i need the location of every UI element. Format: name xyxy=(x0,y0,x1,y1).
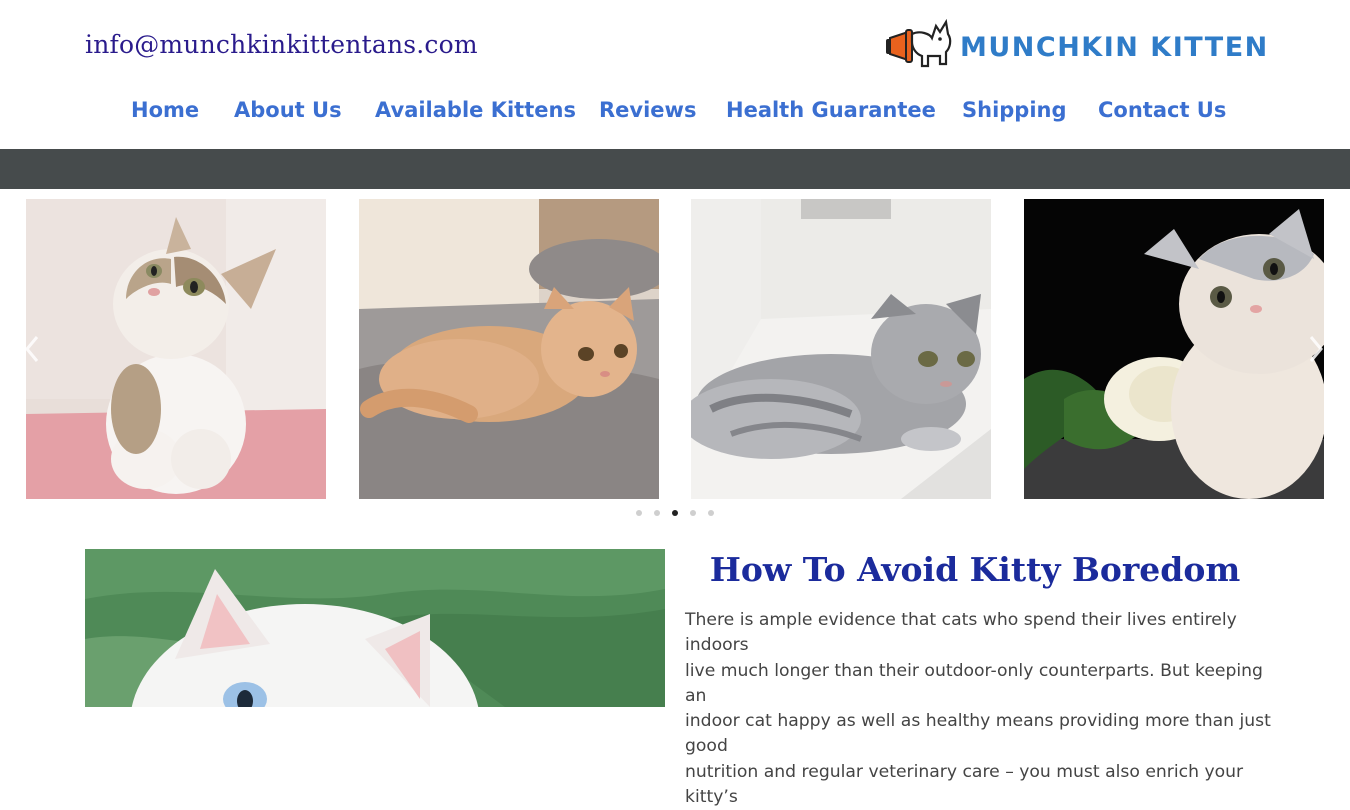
kitten-photo-4 xyxy=(1024,199,1324,499)
article-line: indoor cat happy as well as healthy mean… xyxy=(685,711,1271,757)
megaphone-cat-logo-icon xyxy=(886,18,952,68)
slider-dot-5[interactable] xyxy=(708,510,714,516)
slider-dot-3[interactable] xyxy=(672,510,678,516)
kitten-photo-3 xyxy=(691,199,991,499)
slider-prev-arrow[interactable] xyxy=(24,334,40,371)
slider-next-arrow[interactable] xyxy=(1308,334,1324,371)
article-line: There is ample evidence that cats who sp… xyxy=(685,610,1237,656)
nav-item-reviews[interactable]: Reviews xyxy=(599,98,696,122)
kitten-slide-3[interactable] xyxy=(691,199,991,499)
chevron-left-icon xyxy=(25,336,39,362)
slider-dot-1[interactable] xyxy=(636,510,642,516)
slider-pagination xyxy=(633,510,723,520)
nav-item-home[interactable]: Home xyxy=(131,98,199,122)
email-link[interactable]: info@munchkinkittentans.com xyxy=(85,30,478,59)
nav-item-contact-us[interactable]: Contact Us xyxy=(1098,98,1226,122)
nav-item-about-us[interactable]: About Us xyxy=(234,98,342,122)
site-header: info@munchkinkittentans.com MUNCHKIN KIT… xyxy=(0,0,1350,149)
kitten-photo-2 xyxy=(359,199,659,499)
header-divider-bar xyxy=(0,149,1350,189)
slider-dot-2[interactable] xyxy=(654,510,660,516)
site-logo[interactable]: MUNCHKIN KITTEN xyxy=(886,12,1269,72)
nav-item-available-kittens[interactable]: Available Kittens xyxy=(375,98,576,122)
article-line: live much longer than their outdoor-only… xyxy=(685,660,1263,706)
chevron-right-icon xyxy=(1309,336,1323,362)
article-title: How To Avoid Kitty Boredom xyxy=(709,550,1241,589)
nav-item-health-guarantee[interactable]: Health Guarantee xyxy=(726,98,936,122)
white-kitten-photo xyxy=(85,549,665,707)
article-line: nutrition and regular veterinary care – … xyxy=(685,761,1244,808)
logo-text: MUNCHKIN KITTEN xyxy=(960,32,1269,63)
kitten-slide-2[interactable] xyxy=(359,199,659,499)
main-nav: Home About Us Available Kittens Reviews … xyxy=(0,98,1350,130)
article-body: There is ample evidence that cats who sp… xyxy=(685,608,1275,810)
kitten-slide-4[interactable] xyxy=(1024,199,1324,499)
kitten-photo-1 xyxy=(26,199,326,499)
kitten-slide-1[interactable] xyxy=(26,199,326,499)
article-image xyxy=(85,549,665,707)
slider-dot-4[interactable] xyxy=(690,510,696,516)
nav-item-shipping[interactable]: Shipping xyxy=(962,98,1067,122)
